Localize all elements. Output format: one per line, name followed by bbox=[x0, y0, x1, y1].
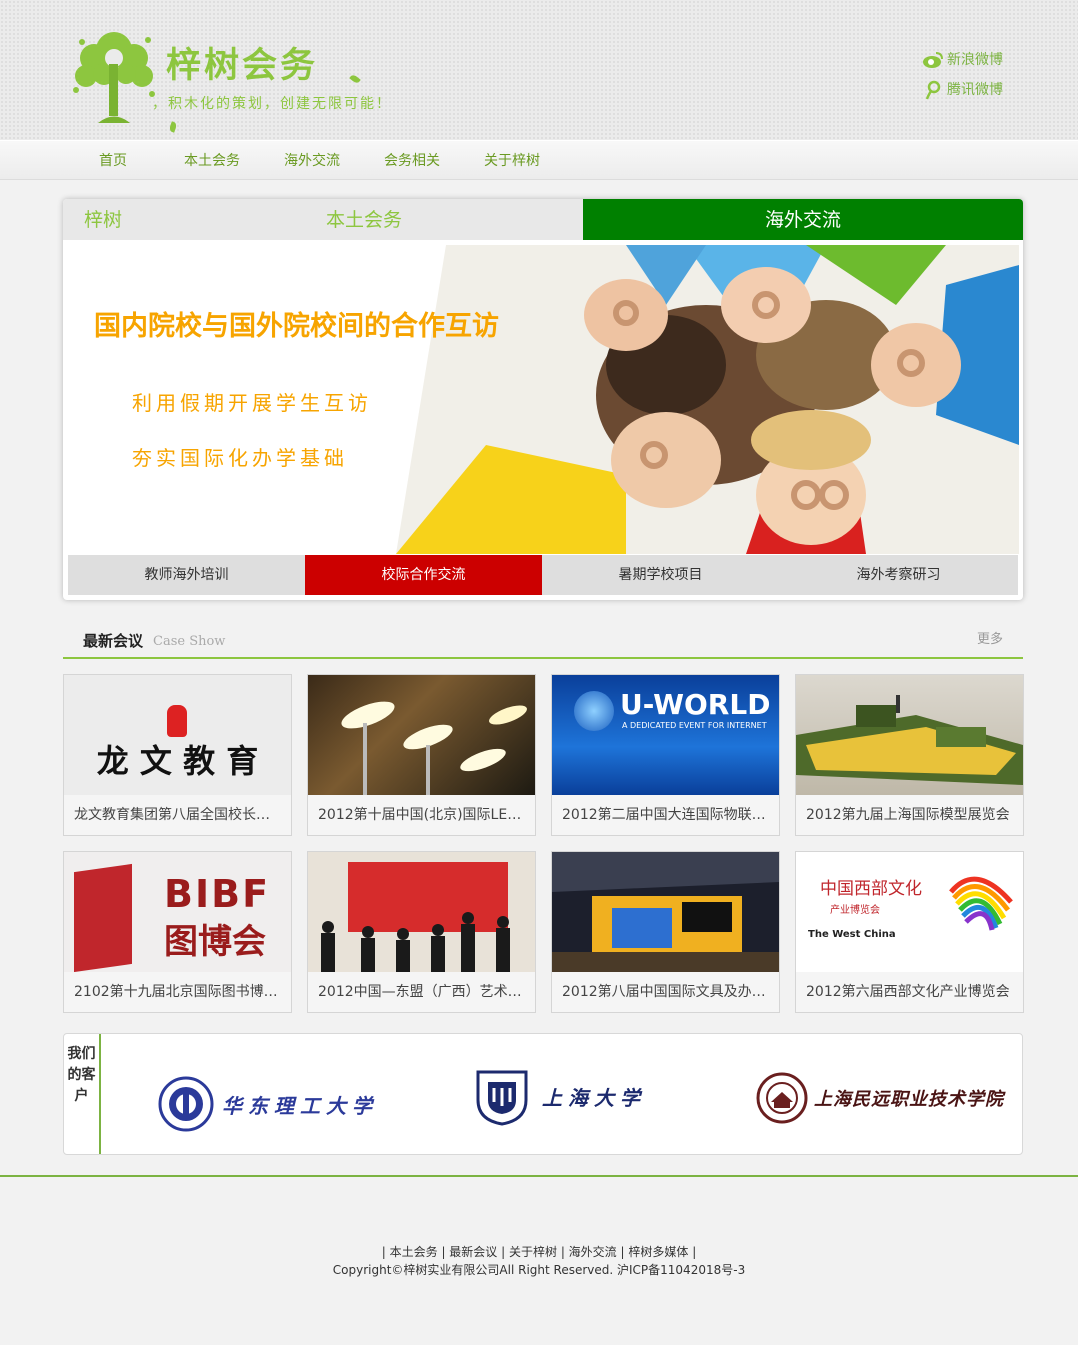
rainbow-logo-icon bbox=[949, 876, 1013, 931]
thumb-subtext: 图博会 bbox=[164, 922, 266, 962]
meeting-caption: 2012第十届中国(北京)国际LED展览会 bbox=[318, 807, 535, 823]
client-name: 上海民远职业技术学院 bbox=[814, 1089, 1004, 1110]
tencent-weibo-label: 腾讯微博 bbox=[947, 82, 1003, 98]
tab-overseas-exchange[interactable]: 海外交流 bbox=[583, 199, 1023, 240]
thumb-text: 中国西部文化 bbox=[820, 879, 922, 899]
meeting-card[interactable]: 中国西部文化 产业博览会 The West China 2012第六届西部文化产… bbox=[795, 851, 1024, 1013]
copyright: Copyright©梓树实业有限公司All Right Reserved. 沪I… bbox=[332, 1263, 746, 1277]
book-icon bbox=[74, 863, 132, 972]
clients-panel: 我们的客户 华东理工大学 上海大学 上海民远职业技术学院 bbox=[63, 1033, 1023, 1155]
exhibition-hall-photo bbox=[552, 852, 779, 972]
more-link[interactable]: 更多 bbox=[977, 632, 1003, 648]
footer-link-overseas[interactable]: 海外交流 bbox=[569, 1245, 617, 1259]
meeting-thumbnail: U-WORLD A DEDICATED EVENT FOR INTERNET bbox=[552, 675, 779, 795]
meeting-thumbnail bbox=[796, 675, 1023, 795]
footer-link-media[interactable]: 梓树多媒体 bbox=[628, 1245, 688, 1259]
thumb-subtext: 产业博览会 bbox=[830, 905, 880, 916]
led-lamps-photo bbox=[341, 701, 527, 795]
meeting-card[interactable]: U-WORLD A DEDICATED EVENT FOR INTERNET 2… bbox=[551, 674, 780, 836]
meeting-caption: 2012第二届中国大连国际物联网展览会 bbox=[562, 807, 779, 823]
banner-image[interactable]: 国内院校与国外院校间的合作互访 利用假期开展学生互访 夯实国际化办学基础 bbox=[66, 245, 1019, 554]
meeting-caption: 2012第六届西部文化产业博览会 bbox=[806, 984, 1010, 1000]
ecust-seal-icon bbox=[158, 1076, 214, 1132]
nav-item-local-conference[interactable]: 本土会务 bbox=[162, 141, 262, 181]
longwen-logo-icon bbox=[167, 705, 187, 737]
thumb-subtext: A DEDICATED EVENT FOR INTERNET bbox=[622, 721, 767, 730]
meeting-card[interactable]: 龙 文 教 育 龙文教育集团第八届全国校长年会 bbox=[63, 674, 292, 836]
main-nav: 首页 本土会务 海外交流 会务相关 关于梓树 bbox=[0, 140, 1078, 180]
meeting-card[interactable]: 2012第八届中国国际文具及办公用品展览会 bbox=[551, 851, 780, 1013]
shu-seal-icon bbox=[476, 1070, 528, 1126]
banner-line-1: 利用假期开展学生互访 bbox=[132, 391, 372, 415]
site-header: 梓树会务 ，积木化的策划，创建无限可能！ 新浪微博 腾讯微博 bbox=[0, 0, 1078, 140]
meeting-caption: 2012第八届中国国际文具及办公用品展览会 bbox=[562, 984, 779, 1000]
client-shu[interactable]: 上海大学 bbox=[474, 1066, 646, 1126]
tencent-weibo-link[interactable]: 腾讯微博 bbox=[922, 80, 1003, 100]
leaf-decoration bbox=[168, 121, 178, 133]
clients-label: 我们的客户 bbox=[64, 1034, 101, 1154]
weibo-label: 新浪微博 bbox=[947, 52, 1003, 68]
thumb-text: 龙 文 教 育 bbox=[96, 742, 259, 780]
meeting-caption: 2012第九届上海国际模型展览会 bbox=[806, 807, 1010, 823]
tab-local-conference[interactable]: 本土会务 bbox=[326, 199, 402, 240]
latest-meetings-header: 最新会议 Case Show 更多 bbox=[63, 628, 1023, 659]
meeting-card[interactable]: 2012第九届上海国际模型展览会 bbox=[795, 674, 1024, 836]
tab-zishu[interactable]: 梓树 bbox=[84, 199, 122, 240]
client-ecust[interactable]: 华东理工大学 bbox=[158, 1076, 378, 1132]
nav-item-home[interactable]: 首页 bbox=[63, 141, 163, 181]
feature-slider: 梓树 本土会务 海外交流 国内院校与国外院校间的合作互访 利用假期开展学生互访 … bbox=[63, 199, 1023, 600]
nav-item-overseas-exchange[interactable]: 海外交流 bbox=[262, 141, 362, 181]
meeting-thumbnail: BIBF 图博会 bbox=[64, 852, 291, 972]
weibo-icon bbox=[923, 52, 943, 68]
weibo-link[interactable]: 新浪微博 bbox=[922, 50, 1003, 70]
meeting-card[interactable]: 2012中国—东盟（广西）艺术品博览会 bbox=[307, 851, 536, 1013]
thumb-text: BIBF bbox=[164, 872, 271, 916]
footer-divider bbox=[0, 1175, 1078, 1177]
tab-bar-bg bbox=[63, 199, 583, 240]
footer-link-news[interactable]: 最新会议 bbox=[449, 1245, 497, 1259]
banner-title: 国内院校与国外院校间的合作互访 bbox=[94, 311, 499, 342]
nav-item-about[interactable]: 关于梓树 bbox=[462, 141, 562, 181]
meeting-caption: 2102第十九届北京国际图书博览会 bbox=[74, 984, 291, 1000]
subtab-teacher-training[interactable]: 教师海外培训 bbox=[68, 555, 305, 595]
section-title: 最新会议 bbox=[83, 632, 144, 650]
globe-icon bbox=[574, 691, 614, 731]
meeting-card[interactable]: 2012第十届中国(北京)国际LED展览会 bbox=[307, 674, 536, 836]
subtab-school-exchange[interactable]: 校际合作交流 bbox=[305, 555, 542, 595]
tencent-weibo-icon bbox=[925, 80, 941, 100]
meeting-thumbnail bbox=[308, 852, 535, 972]
model-boat-photo bbox=[796, 695, 1023, 785]
nav-item-conference-related[interactable]: 会务相关 bbox=[362, 141, 462, 181]
subtab-summer-school[interactable]: 暑期学校项目 bbox=[542, 555, 779, 595]
client-name: 上海大学 bbox=[542, 1085, 646, 1110]
banner-line-2: 夯实国际化办学基础 bbox=[132, 446, 348, 470]
brand-slogan: ，积木化的策划，创建无限可能！ bbox=[152, 96, 392, 112]
meeting-thumbnail: 中国西部文化 产业博览会 The West China bbox=[796, 852, 1023, 972]
section-subtitle: Case Show bbox=[153, 634, 226, 649]
thumb-text: U-WORLD bbox=[620, 688, 771, 721]
minyuan-seal-icon bbox=[756, 1072, 808, 1124]
meeting-thumbnail bbox=[552, 852, 779, 972]
meeting-caption: 龙文教育集团第八届全国校长年会 bbox=[74, 807, 284, 823]
client-name: 华东理工大学 bbox=[222, 1093, 378, 1118]
subtab-overseas-study[interactable]: 海外考察研习 bbox=[779, 555, 1018, 595]
footer-link-about[interactable]: 关于梓树 bbox=[509, 1245, 557, 1259]
meeting-caption: 2012中国—东盟（广西）艺术品博览会 bbox=[318, 984, 535, 1000]
tree-logo-icon[interactable] bbox=[68, 28, 160, 128]
meeting-thumbnail bbox=[308, 675, 535, 795]
thumb-en-text: The West China bbox=[808, 929, 896, 940]
meeting-card[interactable]: BIBF 图博会 2102第十九届北京国际图书博览会 bbox=[63, 851, 292, 1013]
footer-link-local[interactable]: 本土会务 bbox=[390, 1245, 438, 1259]
leaf-decoration bbox=[349, 73, 361, 85]
brand-title[interactable]: 梓树会务 bbox=[166, 44, 318, 88]
footer-links: | 本土会务 | 最新会议 | 关于梓树 | 海外交流 | 梓树多媒体 | bbox=[381, 1245, 697, 1259]
client-minyuan[interactable]: 上海民远职业技术学院 bbox=[756, 1072, 1004, 1124]
meeting-thumbnail: 龙 文 教 育 bbox=[64, 675, 291, 795]
ceremony-photo bbox=[308, 852, 535, 972]
